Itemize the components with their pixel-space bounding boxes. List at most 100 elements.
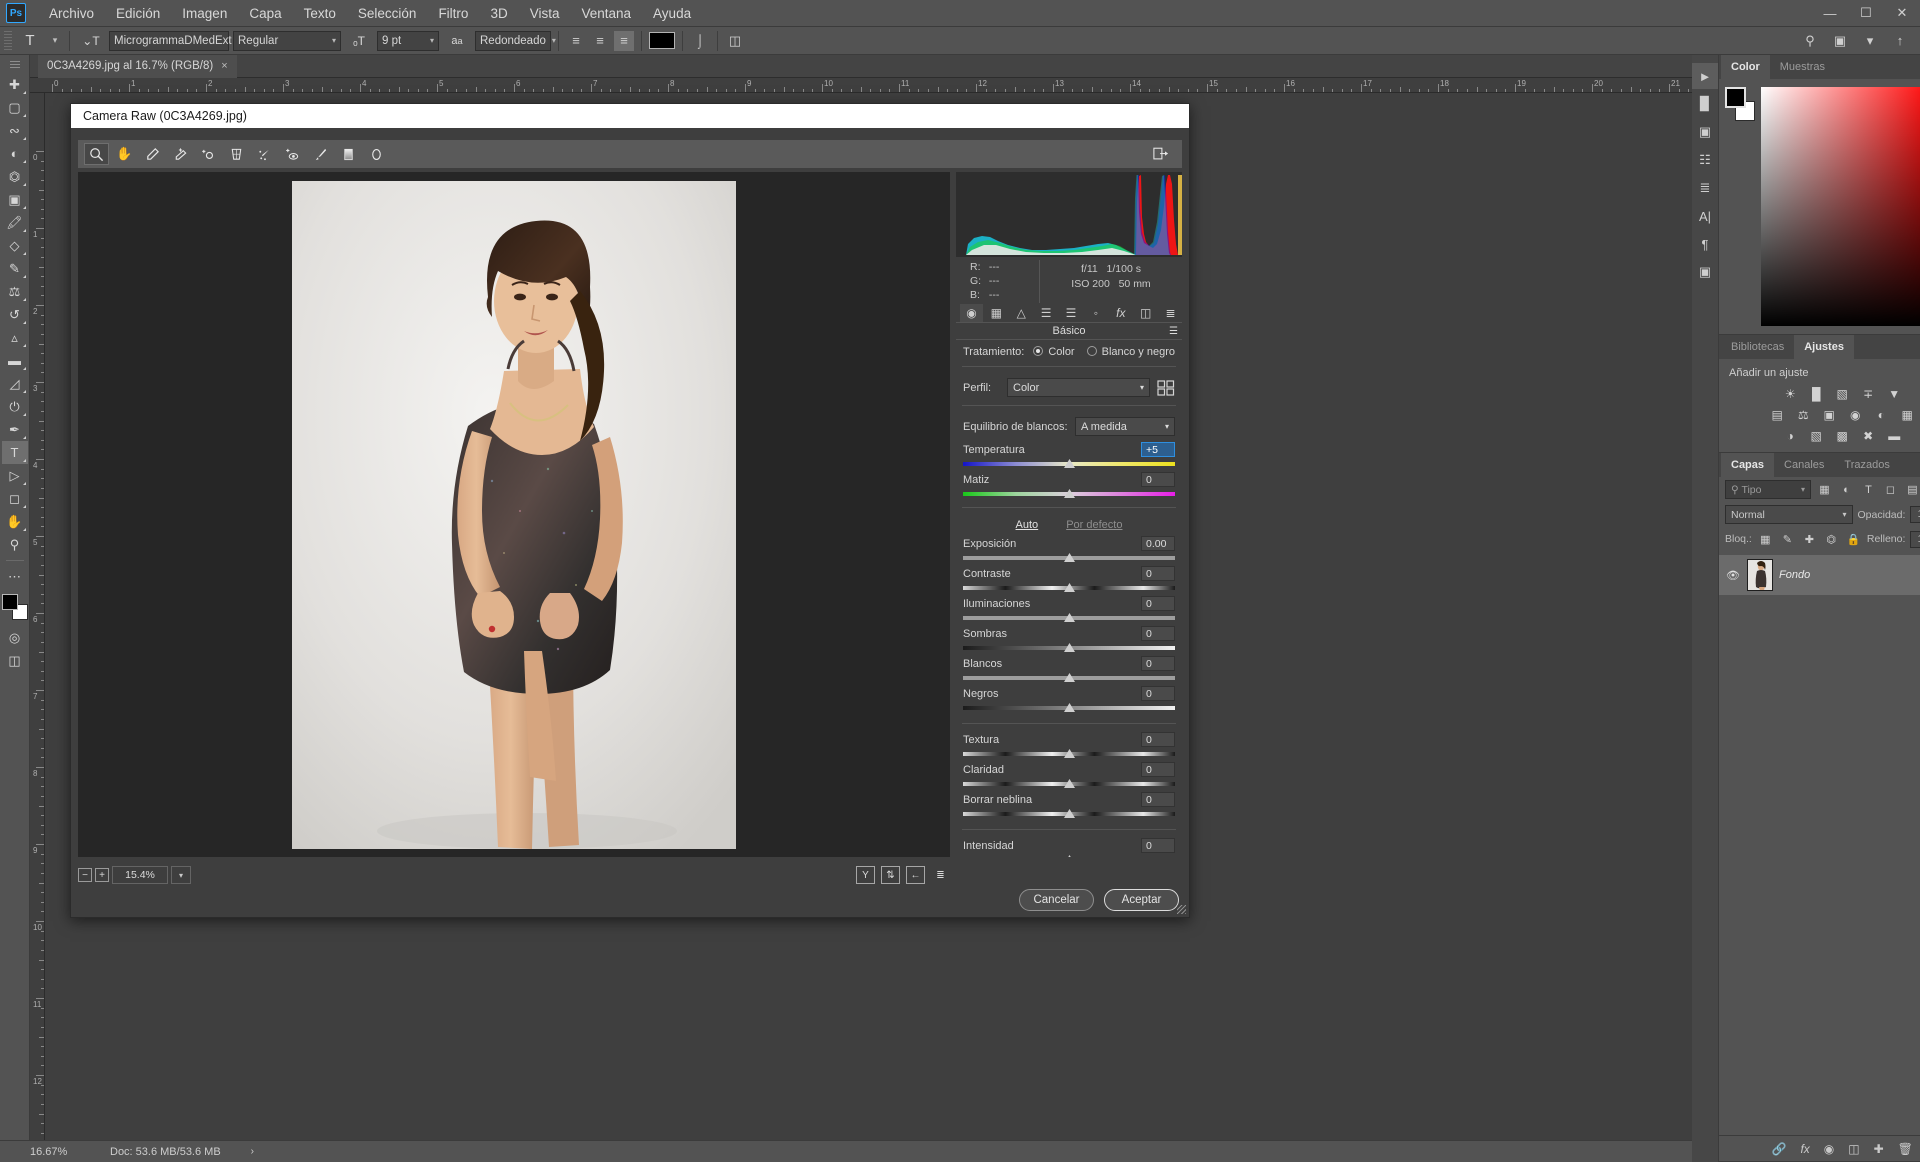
properties-icon[interactable]: ☷: [1692, 147, 1718, 173]
chevron-down-icon[interactable]: ▾: [171, 866, 191, 884]
slider-track[interactable]: [963, 809, 1175, 819]
eyedropper-tool[interactable]: 🖍: [2, 211, 28, 234]
color-balance-icon[interactable]: ⚖: [1794, 406, 1813, 423]
menu-texto[interactable]: Texto: [293, 0, 347, 27]
minimize-icon[interactable]: —: [1812, 0, 1848, 26]
layer-thumbnail[interactable]: [1747, 559, 1773, 591]
lock-image-icon[interactable]: ✎: [1779, 530, 1796, 548]
radial-filter-tool[interactable]: [364, 143, 389, 165]
menu-ayuda[interactable]: Ayuda: [642, 0, 702, 27]
slider-track[interactable]: [963, 553, 1175, 563]
transform-tool[interactable]: [224, 143, 249, 165]
chevron-down-icon[interactable]: ▾: [48, 31, 62, 51]
gradient-map-icon[interactable]: ▬: [1885, 427, 1904, 444]
restore-icon[interactable]: ☐: [1848, 0, 1884, 26]
fill-value[interactable]: 100%: [1910, 530, 1920, 548]
clone-stamp-tool[interactable]: ⚖: [2, 280, 28, 303]
targeted-adjustment-tool[interactable]: [196, 143, 221, 165]
selective-color-icon[interactable]: ✖: [1859, 427, 1878, 444]
tab-bibliotecas[interactable]: Bibliotecas: [1721, 335, 1794, 359]
tools-grip[interactable]: [9, 61, 20, 69]
quick-selection-tool[interactable]: ◐: [2, 142, 28, 165]
slider-track[interactable]: [963, 489, 1175, 499]
align-right-icon[interactable]: ≡: [614, 30, 634, 51]
tab-muestras[interactable]: Muestras: [1770, 55, 1835, 79]
camera-raw-preview[interactable]: [78, 172, 950, 857]
font-style-select[interactable]: Regular ▾: [233, 30, 341, 51]
lens-corrections-panel-icon[interactable]: ◦: [1084, 304, 1107, 322]
quick-mask-tool[interactable]: ◎: [2, 626, 28, 649]
rectangle-tool[interactable]: ◻: [2, 487, 28, 510]
vibrance-icon[interactable]: ▼: [1885, 385, 1904, 402]
posterize-icon[interactable]: ▧: [1807, 427, 1826, 444]
slider-track[interactable]: [963, 779, 1175, 789]
menu-3d[interactable]: 3D: [479, 0, 518, 27]
menu-filtro[interactable]: Filtro: [427, 0, 479, 27]
layer-row-fondo[interactable]: 👁 Fondo 🔒: [1719, 555, 1920, 595]
tab-trazados[interactable]: Trazados: [1834, 453, 1899, 477]
font-family-select[interactable]: MicrogrammaDMedExt ▾: [109, 30, 242, 51]
menu-seleccion[interactable]: Selección: [347, 0, 428, 27]
slider-track[interactable]: [963, 583, 1175, 593]
align-center-icon[interactable]: ≡: [590, 31, 610, 51]
toggle-panels-icon[interactable]: ◫: [725, 31, 745, 51]
gradient-tool[interactable]: ▬: [2, 349, 28, 372]
blur-tool[interactable]: ◿: [2, 372, 28, 395]
foreground-color-swatch[interactable]: [1, 594, 18, 610]
white-balance-tool[interactable]: [140, 143, 165, 165]
search-icon[interactable]: ⚲: [1800, 31, 1820, 51]
swap-before-after-icon[interactable]: ⇅: [881, 866, 900, 884]
radio-color[interactable]: [1033, 346, 1044, 356]
filter-smart-icon[interactable]: ▤: [1904, 481, 1920, 499]
treatment-option-color[interactable]: Color: [1033, 346, 1075, 358]
filter-shape-icon[interactable]: ◻: [1882, 481, 1899, 499]
lock-all-icon[interactable]: 🔒: [1845, 530, 1862, 548]
hand-tool[interactable]: ✋: [2, 510, 28, 533]
accept-button[interactable]: Aceptar: [1104, 889, 1179, 911]
eye-icon[interactable]: 👁: [1725, 569, 1741, 582]
blend-mode-select[interactable]: Normal ▾: [1725, 505, 1853, 524]
document-tab[interactable]: 0C3A4269.jpg al 16.7% (RGB/8) ×: [38, 54, 237, 78]
resize-grip[interactable]: [1177, 905, 1186, 914]
effects-panel-icon[interactable]: fx: [1109, 304, 1132, 322]
character-icon[interactable]: A|: [1692, 203, 1718, 229]
close-icon[interactable]: ✕: [1884, 0, 1920, 26]
slider-value[interactable]: 0: [1141, 472, 1175, 487]
presets-panel-icon[interactable]: ≣: [1159, 304, 1182, 322]
slider-track[interactable]: [963, 459, 1175, 469]
exposure-icon[interactable]: ∓: [1859, 385, 1878, 402]
levels-icon[interactable]: █: [1807, 385, 1826, 402]
spot-healing-brush-tool[interactable]: ◇: [2, 234, 28, 257]
hue-saturation-icon[interactable]: ▤: [1768, 406, 1787, 423]
lock-transparency-icon[interactable]: ▦: [1757, 530, 1774, 548]
basic-panel-icon[interactable]: ◉: [960, 303, 983, 322]
calibration-panel-icon[interactable]: ◫: [1134, 304, 1157, 322]
zoom-out-button[interactable]: −: [78, 868, 92, 882]
layers-comp-icon[interactable]: ▣: [1692, 119, 1718, 145]
more-tools[interactable]: ⋯: [2, 565, 28, 588]
3d-icon[interactable]: ▣: [1692, 259, 1718, 285]
tone-curve-panel-icon[interactable]: ▦: [985, 304, 1008, 322]
pen-tool[interactable]: ✒: [2, 418, 28, 441]
text-color-swatch[interactable]: [649, 32, 675, 49]
histogram[interactable]: [956, 172, 1182, 257]
slider-value[interactable]: +5: [1141, 442, 1175, 457]
split-toning-panel-icon[interactable]: ☰: [1060, 304, 1083, 322]
color-swatches[interactable]: [1725, 87, 1755, 121]
zoom-in-button[interactable]: +: [95, 868, 109, 882]
tab-capas[interactable]: Capas: [1721, 453, 1775, 477]
preview-preferences-icon[interactable]: ≣: [931, 866, 950, 884]
brush-tool[interactable]: ✎: [2, 257, 28, 280]
slider-track[interactable]: [963, 673, 1175, 683]
zoom-tool[interactable]: ⚲: [2, 533, 28, 556]
type-tool[interactable]: T: [1, 441, 28, 464]
tab-color[interactable]: Color: [1721, 55, 1770, 79]
radio-bw[interactable]: [1086, 346, 1097, 356]
color-lookup-icon[interactable]: ▦: [1898, 406, 1917, 423]
layer-filter-select[interactable]: ⚲ Tipo ▾: [1725, 480, 1811, 499]
copy-current-to-before-icon[interactable]: ←: [906, 866, 925, 884]
menu-archivo[interactable]: Archivo: [38, 0, 105, 27]
tab-canales[interactable]: Canales: [1774, 453, 1834, 477]
slider-track[interactable]: [963, 855, 1175, 857]
detail-panel-icon[interactable]: △: [1010, 304, 1033, 322]
